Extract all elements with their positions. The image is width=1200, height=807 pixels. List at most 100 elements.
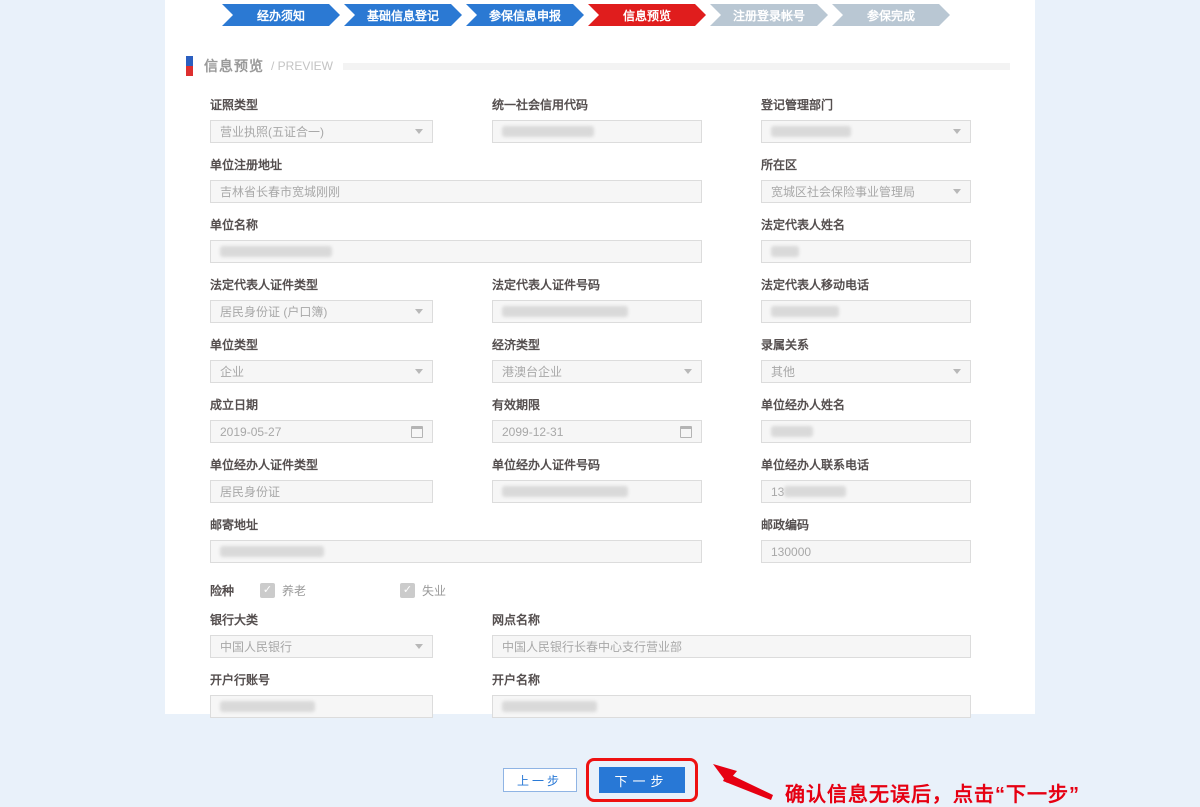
next-step-button[interactable]: 下一步: [599, 767, 685, 793]
prev-step-button[interactable]: 上一步: [503, 768, 577, 792]
field-unit-type: 单位类型 企业: [210, 336, 433, 383]
field-label: 成立日期: [210, 396, 433, 413]
annotation: 确认信息无误后，点击“下一步”: [713, 762, 1080, 807]
chevron-down-icon: [953, 189, 961, 194]
field-label: 单位经办人姓名: [761, 396, 971, 413]
field-label: 法定代表人姓名: [761, 216, 971, 233]
field-unit-name: 单位名称: [210, 216, 702, 263]
legal-name-input[interactable]: [761, 240, 971, 263]
redacted-value: [771, 246, 799, 257]
chevron-down-icon: [415, 309, 423, 314]
insurance-option-pension: ✓ 养老: [260, 582, 306, 599]
redacted-value: [502, 126, 594, 137]
unit-name-input[interactable]: [210, 240, 702, 263]
field-account-no: 开户行账号: [210, 671, 433, 718]
district-select[interactable]: 宽城区社会保险事业管理局: [761, 180, 971, 203]
branch-name-input[interactable]: 中国人民银行长春中心支行营业部: [492, 635, 971, 658]
field-postal-code: 邮政编码 130000: [761, 516, 971, 563]
section-accent-bar: [186, 56, 193, 76]
agent-cert-no-input[interactable]: [492, 480, 702, 503]
content-card: 经办须知 基础信息登记 参保信息申报 信息预览 注册登录帐号 参保完成 信息预览…: [165, 0, 1035, 714]
bank-category-select[interactable]: 中国人民银行: [210, 635, 433, 658]
step-register: 注册登录帐号: [710, 4, 828, 26]
field-label: 开户名称: [492, 671, 971, 688]
annotation-arrow-icon: [713, 762, 775, 802]
field-label: 网点名称: [492, 611, 971, 628]
legal-mobile-input[interactable]: [761, 300, 971, 323]
pension-checkbox[interactable]: ✓: [260, 583, 275, 598]
step-declaration[interactable]: 参保信息申报: [466, 4, 584, 26]
reg-dept-select[interactable]: [761, 120, 971, 143]
field-legal-name: 法定代表人姓名: [761, 216, 971, 263]
step-preview[interactable]: 信息预览: [588, 4, 706, 26]
agent-name-input[interactable]: [761, 420, 971, 443]
mail-address-input[interactable]: [210, 540, 702, 563]
field-district: 所在区 宽城区社会保险事业管理局: [761, 156, 971, 203]
preview-form: 证照类型 营业执照(五证合一) 统一社会信用代码 登记管理部门 单位注册地址 吉…: [210, 96, 972, 731]
legal-cert-no-input[interactable]: [492, 300, 702, 323]
field-legal-cert-no: 法定代表人证件号码: [492, 276, 702, 323]
field-label: 法定代表人证件号码: [492, 276, 702, 293]
postal-code-input[interactable]: 130000: [761, 540, 971, 563]
step-basic-info[interactable]: 基础信息登记: [344, 4, 462, 26]
unemployment-checkbox[interactable]: ✓: [400, 583, 415, 598]
redacted-value: [502, 701, 597, 712]
chevron-down-icon: [415, 129, 423, 134]
field-label: 单位类型: [210, 336, 433, 353]
field-license-type: 证照类型 营业执照(五证合一): [210, 96, 433, 143]
step-complete: 参保完成: [832, 4, 950, 26]
checkbox-label: 养老: [282, 582, 306, 599]
field-legal-cert-type: 法定代表人证件类型 居民身份证 (户口簿): [210, 276, 433, 323]
reg-address-input[interactable]: 吉林省长春市宽城刚刚: [210, 180, 702, 203]
field-agent-name: 单位经办人姓名: [761, 396, 971, 443]
section-subtitle: / PREVIEW: [271, 59, 333, 73]
redacted-value: [220, 546, 324, 557]
chevron-down-icon: [415, 369, 423, 374]
field-label: 单位名称: [210, 216, 702, 233]
field-label: 开户行账号: [210, 671, 433, 688]
field-label: 所在区: [761, 156, 971, 173]
legal-cert-type-select[interactable]: 居民身份证 (户口簿): [210, 300, 433, 323]
field-label: 法定代表人证件类型: [210, 276, 433, 293]
agent-cert-type-input[interactable]: 居民身份证: [210, 480, 433, 503]
redacted-value: [784, 486, 846, 497]
valid-until-input[interactable]: 2099-12-31: [492, 420, 702, 443]
credit-code-input[interactable]: [492, 120, 702, 143]
field-bank-category: 银行大类 中国人民银行: [210, 611, 433, 658]
field-label: 单位经办人联系电话: [761, 456, 971, 473]
redacted-value: [771, 306, 839, 317]
field-economy-type: 经济类型 港澳台企业: [492, 336, 702, 383]
field-label: 法定代表人移动电话: [761, 276, 971, 293]
field-label: 银行大类: [210, 611, 433, 628]
economy-type-select[interactable]: 港澳台企业: [492, 360, 702, 383]
account-no-input[interactable]: [210, 695, 433, 718]
field-label: 邮政编码: [761, 516, 971, 533]
step-guide[interactable]: 经办须知: [222, 4, 340, 26]
field-label: 统一社会信用代码: [492, 96, 702, 113]
redacted-value: [220, 246, 332, 257]
field-legal-mobile: 法定代表人移动电话: [761, 276, 971, 323]
field-reg-address: 单位注册地址 吉林省长春市宽城刚刚: [210, 156, 702, 203]
field-valid-until: 有效期限 2099-12-31: [492, 396, 702, 443]
field-label: 证照类型: [210, 96, 433, 113]
field-label: 有效期限: [492, 396, 702, 413]
affiliation-select[interactable]: 其他: [761, 360, 971, 383]
redacted-value: [220, 701, 315, 712]
chevron-down-icon: [684, 369, 692, 374]
field-branch-name: 网点名称 中国人民银行长春中心支行营业部: [492, 611, 971, 658]
license-type-select[interactable]: 营业执照(五证合一): [210, 120, 433, 143]
field-credit-code: 统一社会信用代码: [492, 96, 702, 143]
unit-type-select[interactable]: 企业: [210, 360, 433, 383]
redacted-value: [771, 426, 813, 437]
insurance-row: 险种 ✓ 养老 ✓ 失业: [210, 582, 971, 599]
redacted-value: [502, 306, 628, 317]
field-label: 单位注册地址: [210, 156, 702, 173]
establish-date-input[interactable]: 2019-05-27: [210, 420, 433, 443]
field-label: 录属关系: [761, 336, 971, 353]
account-name-input[interactable]: [492, 695, 971, 718]
field-mail-address: 邮寄地址: [210, 516, 702, 563]
agent-phone-input[interactable]: 13: [761, 480, 971, 503]
field-label: 登记管理部门: [761, 96, 971, 113]
redacted-value: [502, 486, 628, 497]
calendar-icon: [411, 426, 423, 438]
